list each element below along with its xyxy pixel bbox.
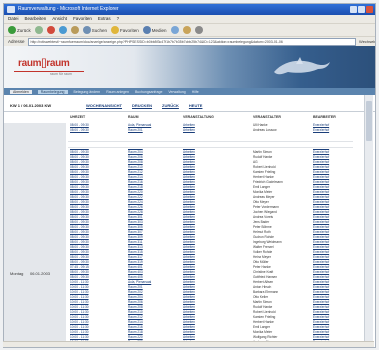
row-separator (68, 141, 353, 148)
dolphin-image (274, 57, 330, 75)
mail-icon (182, 26, 191, 34)
logo-underline (14, 71, 84, 72)
stop-button[interactable] (46, 26, 55, 34)
col-event: VERANSTALTUNG (183, 115, 214, 119)
address-bar: Adresse http://rotiswebtest/~raumfuerrau… (4, 36, 375, 50)
menu-edit[interactable]: Bearbeiten (25, 15, 47, 23)
ie-icon (7, 6, 15, 13)
mail-button[interactable] (182, 26, 191, 34)
browser-window: Raumverwaltung - Microsoft Internet Expl… (3, 3, 376, 348)
site-logo[interactable]: raum[]raum (18, 58, 70, 69)
nav-room-booking[interactable]: Raumbelegung (37, 89, 68, 94)
col-editor: BEARBEITER (313, 115, 336, 119)
favorites-button[interactable]: Favoriten (111, 26, 139, 34)
menu-view[interactable]: Ansicht (52, 15, 67, 23)
scroll-thumb[interactable] (366, 101, 372, 141)
status-bar (3, 341, 374, 347)
address-input[interactable]: http://rotiswebtest/~raumfuerraum/doc/an… (27, 37, 356, 46)
week-view-link[interactable]: WOCHENANSICHT (86, 103, 122, 108)
table-row: 08:00 - 09:30 Raum 201 Arbeiten Andreas Los… (68, 128, 358, 133)
nav-logout[interactable]: Abmelden (10, 89, 32, 94)
refresh-button[interactable] (58, 26, 67, 34)
logo-subtitle: raum für raum (50, 72, 72, 76)
menu-bar: Datei Bearbeiten Ansicht Favoriten Extra… (4, 15, 375, 23)
toolbar: Zurück Suchen Favoriten Medien (4, 23, 375, 36)
nav-change-booking[interactable]: Belegung ändern (74, 90, 101, 94)
nav-create-room[interactable]: Raum anlegen (106, 90, 129, 94)
history-icon (170, 26, 179, 34)
date-label: 06.01.2003 (30, 271, 51, 276)
print-button[interactable] (194, 26, 203, 34)
cell-time[interactable]: 08:00 - 09:30 (70, 128, 89, 133)
cell-room[interactable]: Raum 201 (128, 128, 143, 133)
nav-help[interactable]: Hilfe (192, 90, 199, 94)
search-icon (82, 26, 91, 34)
menu-favorites[interactable]: Favoriten (73, 15, 92, 23)
sub-links: WOCHENANSICHT DRUCKEN ZURÜCK HEUTE (86, 103, 202, 108)
maximize-icon[interactable] (358, 6, 365, 13)
menu-tools[interactable]: Extras (98, 15, 111, 23)
stop-icon (46, 26, 55, 34)
cell-editor[interactable]: Exerzierhof (313, 128, 329, 133)
print-icon (194, 26, 203, 34)
booking-table: 08:00 - 09:30 Aula, Plenarsaal Arbeiten Ull… (68, 123, 358, 347)
back-arrow-icon (8, 26, 16, 34)
star-icon (111, 26, 120, 34)
home-icon (70, 26, 79, 34)
refresh-icon (58, 26, 67, 34)
table-header: UHRZEIT RAUM VERANSTALTUNG VERANSTALTER … (68, 115, 348, 121)
today-link[interactable]: HEUTE (189, 103, 203, 108)
address-label: Adresse (8, 39, 25, 44)
menu-file[interactable]: Datei (8, 15, 19, 23)
search-button[interactable]: Suchen (82, 26, 107, 34)
forward-arrow-icon (34, 26, 43, 34)
cell-event[interactable]: Arbeiten (183, 128, 195, 133)
cell-host: Andreas Lossow (253, 128, 277, 132)
forward-button[interactable] (34, 26, 43, 34)
scrollbar[interactable] (364, 95, 373, 347)
go-button[interactable]: Wechseln zu (359, 39, 375, 50)
window-title: Raumverwaltung - Microsoft Internet Expl… (18, 6, 119, 12)
back-link[interactable]: ZURÜCK (162, 103, 179, 108)
weekday-label: Montag (10, 271, 24, 276)
day-column: Montag 06.01.2003 (4, 123, 66, 347)
main-nav: Abmelden Raumbelegung Belegung ändern Ra… (4, 88, 375, 95)
site-banner: raum[]raum raum für raum (4, 46, 375, 88)
back-button[interactable]: Zurück (8, 26, 31, 34)
page-content: KW 1 / 06.01.2003 KW WOCHENANSICHT DRUCK… (4, 95, 375, 347)
sub-navigation: KW 1 / 06.01.2003 KW WOCHENANSICHT DRUCK… (4, 99, 375, 112)
window-controls (350, 6, 373, 13)
close-icon[interactable] (366, 6, 373, 13)
nav-admin[interactable]: Verwaltung (168, 90, 185, 94)
col-room: RAUM (128, 115, 139, 119)
col-time: UHRZEIT (70, 115, 86, 119)
media-button[interactable]: Medien (142, 26, 167, 34)
print-link[interactable]: DRUCKEN (132, 103, 152, 108)
minimize-icon[interactable] (350, 6, 357, 13)
menu-help[interactable]: ? (117, 15, 120, 23)
home-button[interactable] (70, 26, 79, 34)
col-host: VERANSTALTER (253, 115, 281, 119)
media-icon (142, 26, 151, 34)
title-bar: Raumverwaltung - Microsoft Internet Expl… (4, 4, 375, 15)
current-date: KW 1 / 06.01.2003 KW (10, 103, 52, 108)
nav-booking-request[interactable]: Buchungsanfrage (135, 90, 162, 94)
history-button[interactable] (170, 26, 179, 34)
